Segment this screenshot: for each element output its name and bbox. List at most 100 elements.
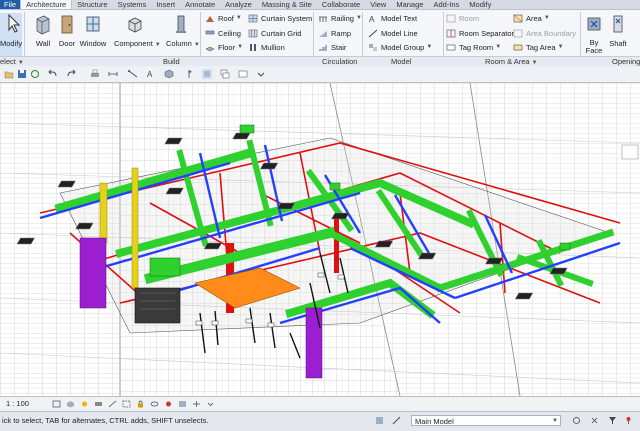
modify-button[interactable]: Modify: [0, 13, 22, 56]
ribbon-tab-bar: File Architecture Structure Systems Inse…: [0, 0, 640, 10]
room-separator-icon: [446, 29, 456, 38]
print-icon[interactable]: [90, 69, 100, 79]
curtain-system-button[interactable]: Curtain System: [248, 12, 312, 25]
tab-architecture[interactable]: Architecture: [20, 0, 73, 9]
model-line-button[interactable]: Model Line: [368, 27, 418, 40]
crop-view-icon[interactable]: [122, 400, 131, 408]
filter-icon[interactable]: [608, 416, 617, 425]
sync-icon[interactable]: [30, 69, 40, 79]
tag-room-icon: [446, 44, 456, 51]
area-boundary-icon: [513, 29, 523, 38]
door-label: Door: [58, 39, 76, 48]
section-icon[interactable]: [184, 69, 194, 79]
model-group-button[interactable]: Model Group ▼: [368, 41, 432, 54]
tag-area-icon: [513, 44, 523, 51]
tab-insert[interactable]: Insert: [151, 0, 180, 9]
drawing-area-3d-view[interactable]: [0, 83, 640, 396]
analytical-model-icon[interactable]: [192, 400, 201, 408]
view-more-icon[interactable]: [206, 400, 215, 408]
highlight-icon[interactable]: [178, 400, 187, 408]
tag-icon[interactable]: A: [146, 69, 156, 79]
component-button[interactable]: Component ▼: [114, 13, 161, 48]
tag-area-button[interactable]: Tag Area ▼: [513, 41, 564, 54]
model-line-icon: [368, 29, 378, 38]
save-icon[interactable]: [17, 69, 27, 79]
wall-icon: [36, 15, 50, 35]
window-button[interactable]: Window: [79, 13, 107, 48]
window-label: Window: [79, 39, 107, 48]
model-text-button[interactable]: A Model Text: [368, 12, 417, 25]
window-icon: [86, 16, 100, 32]
close-hidden-windows-icon[interactable]: [220, 69, 230, 79]
redo-icon[interactable]: [66, 69, 76, 79]
modify-label: Modify: [0, 39, 23, 48]
column-label: Column ▼: [166, 39, 200, 48]
column-button[interactable]: Column ▼: [166, 13, 200, 48]
tab-massing-site[interactable]: Massing & Site: [257, 0, 317, 9]
worksets-icon[interactable]: [375, 416, 384, 425]
detail-level-icon[interactable]: [52, 400, 61, 408]
roof-button[interactable]: Roof ▼: [205, 12, 242, 25]
tab-systems[interactable]: Systems: [113, 0, 152, 9]
viewcube-icon[interactable]: [621, 144, 639, 160]
railing-button[interactable]: Railing ▼: [318, 12, 362, 25]
sun-path-icon[interactable]: [80, 400, 89, 408]
model-group-icon: [369, 44, 377, 51]
select-panel-label[interactable]: elect ▼: [0, 57, 24, 66]
stair-button[interactable]: Stair: [318, 41, 346, 54]
temporary-hide-icon[interactable]: [150, 400, 159, 408]
area-boundary-button[interactable]: Area Boundary: [513, 27, 576, 40]
wall-label: Wall: [35, 39, 51, 48]
tab-modify[interactable]: Modify: [464, 0, 496, 9]
shaft-yellow-2: [99, 182, 108, 244]
tab-manage[interactable]: Manage: [391, 0, 428, 9]
wall-button[interactable]: Wall: [30, 13, 56, 48]
ceiling-button[interactable]: Ceiling: [205, 27, 241, 40]
rendering-icon[interactable]: [108, 400, 117, 408]
undo-icon[interactable]: [48, 69, 58, 79]
by-face-label: By Face: [585, 38, 603, 55]
visual-style-icon[interactable]: [66, 400, 75, 408]
circulation-panel-label: Circulation: [322, 57, 358, 66]
room-separator-button[interactable]: Room Separator: [446, 27, 514, 40]
dimension-icon[interactable]: [128, 69, 138, 79]
mullion-button[interactable]: Mullion: [248, 41, 285, 54]
room-button[interactable]: Room: [446, 12, 479, 25]
design-options-icon[interactable]: [572, 416, 581, 425]
tab-analyze[interactable]: Analyze: [220, 0, 257, 9]
tab-view[interactable]: View: [365, 0, 391, 9]
room-area-panel-label[interactable]: Room & Area ▼: [485, 57, 538, 66]
thin-lines-icon[interactable]: [202, 69, 212, 79]
active-workset-dropdown[interactable]: Main Model ▼: [411, 415, 561, 426]
model-text-icon: A: [369, 15, 375, 23]
reveal-hidden-icon[interactable]: [164, 400, 173, 408]
3d-view-icon[interactable]: [164, 69, 174, 79]
by-face-button[interactable]: By Face: [583, 13, 605, 55]
view-scale[interactable]: 1 : 100: [6, 399, 29, 408]
select-links-icon[interactable]: [590, 416, 599, 425]
customize-qat-icon[interactable]: [256, 69, 266, 79]
shaft-button[interactable]: Shaft: [607, 13, 629, 48]
select-pinned-icon[interactable]: [624, 416, 633, 425]
measure-icon[interactable]: [108, 69, 118, 79]
shadows-icon[interactable]: [94, 400, 103, 408]
floor-icon: [205, 46, 215, 52]
tab-collaborate[interactable]: Collaborate: [317, 0, 365, 9]
floor-button[interactable]: Floor ▼: [205, 41, 243, 54]
tag-room-button[interactable]: Tag Room ▼: [446, 41, 501, 54]
door-button[interactable]: Door: [57, 13, 77, 48]
curtain-grid-button[interactable]: Curtain Grid: [248, 27, 301, 40]
lock-view-icon[interactable]: [136, 400, 145, 408]
tab-add-ins[interactable]: Add-Ins: [428, 0, 464, 9]
switch-windows-icon[interactable]: [238, 69, 248, 79]
mep-3d-model-drawing: [0, 83, 640, 396]
open-icon[interactable]: [4, 69, 14, 79]
svg-text:A: A: [147, 70, 153, 79]
ramp-button[interactable]: Ramp: [318, 27, 351, 40]
tab-file[interactable]: File: [0, 0, 21, 9]
editable-only-icon[interactable]: [392, 416, 401, 425]
ramp-icon: [319, 31, 327, 37]
tab-structure[interactable]: Structure: [72, 0, 112, 9]
area-button[interactable]: Area ▼: [513, 12, 550, 25]
tab-annotate[interactable]: Annotate: [180, 0, 220, 9]
